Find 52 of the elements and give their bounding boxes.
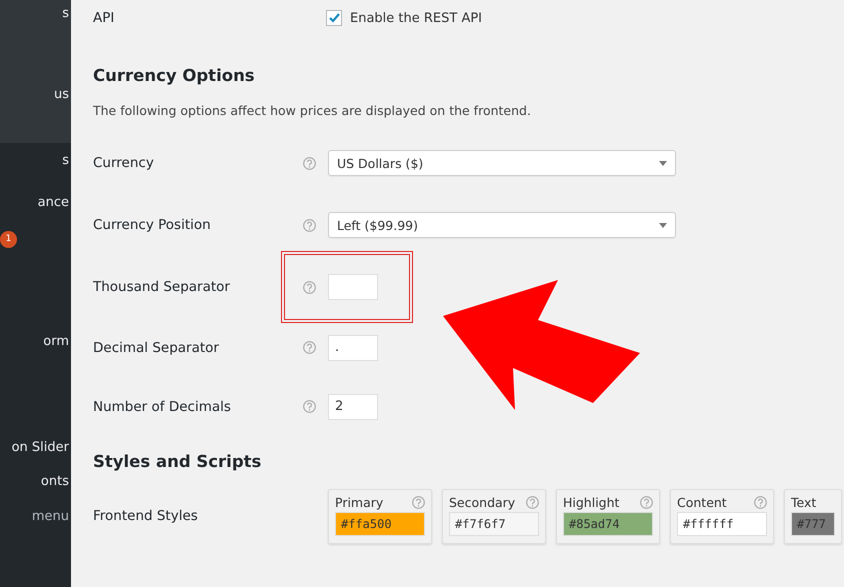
checkmark-icon bbox=[328, 13, 340, 23]
input-field[interactable] bbox=[328, 274, 378, 300]
section-description: The following options affect how prices are displayed on the frontend. bbox=[93, 102, 531, 118]
help-icon[interactable] bbox=[303, 156, 316, 170]
sidebar-item[interactable]: onts bbox=[0, 463, 71, 499]
input-field[interactable]: . bbox=[328, 334, 378, 360]
color-label: Highlight bbox=[563, 494, 620, 510]
help-icon[interactable] bbox=[303, 400, 316, 413]
color-label: Text bbox=[791, 494, 816, 510]
color-picker[interactable]: Text #777 bbox=[784, 488, 842, 544]
field-label: API bbox=[93, 10, 116, 26]
color-swatch[interactable]: #ffffff bbox=[677, 512, 767, 536]
help-icon[interactable] bbox=[412, 496, 425, 508]
caret-icon bbox=[659, 222, 667, 228]
color-swatch[interactable]: #f7f6f7 bbox=[449, 512, 539, 536]
field-label: Currency bbox=[93, 155, 155, 171]
input-field[interactable]: 2 bbox=[328, 394, 378, 420]
help-icon[interactable] bbox=[303, 341, 316, 354]
caret-icon bbox=[659, 160, 667, 166]
color-label: Content bbox=[677, 494, 727, 510]
color-picker[interactable]: Secondary #f7f6f7 bbox=[442, 488, 546, 544]
sidebar-item[interactable]: menu bbox=[0, 499, 71, 533]
dropdown[interactable]: Left ($99.99) bbox=[328, 212, 676, 238]
checkbox-label: Enable the REST API bbox=[350, 10, 482, 26]
section-heading: Currency Options bbox=[93, 66, 255, 84]
sidebar-item[interactable]: orm bbox=[0, 251, 71, 431]
color-swatch[interactable]: #85ad74 bbox=[563, 512, 653, 536]
field-label: Frontend Styles bbox=[93, 508, 199, 524]
field-label: Number of Decimals bbox=[93, 398, 232, 414]
help-icon[interactable] bbox=[303, 218, 316, 232]
help-icon[interactable] bbox=[754, 496, 767, 508]
color-picker[interactable]: Primary #ffa500 bbox=[328, 488, 432, 544]
field-label: Currency Position bbox=[93, 217, 212, 233]
sidebar-item[interactable]: ance bbox=[0, 177, 71, 227]
color-label: Primary bbox=[335, 494, 384, 510]
help-icon[interactable] bbox=[526, 496, 539, 508]
section-heading: Styles and Scripts bbox=[93, 452, 262, 470]
sidebar-item[interactable]: us bbox=[0, 74, 71, 114]
color-picker[interactable]: Highlight #85ad74 bbox=[556, 488, 660, 544]
field-label: Thousand Separator bbox=[93, 279, 231, 295]
sidebar-item[interactable]: s bbox=[0, 0, 71, 26]
help-icon[interactable] bbox=[303, 280, 316, 294]
dropdown[interactable]: US Dollars ($) bbox=[328, 150, 676, 176]
sidebar-item[interactable]: on Slider bbox=[0, 431, 71, 463]
checkbox[interactable] bbox=[326, 10, 342, 26]
help-icon[interactable] bbox=[640, 496, 653, 508]
field-label: Decimal Separator bbox=[93, 340, 220, 356]
sidebar-item[interactable]: s bbox=[0, 143, 71, 177]
color-picker[interactable]: Content #ffffff bbox=[670, 488, 774, 544]
color-label: Secondary bbox=[449, 494, 516, 510]
notification-badge: 1 bbox=[0, 230, 17, 248]
color-swatch[interactable]: #ffa500 bbox=[335, 512, 425, 536]
